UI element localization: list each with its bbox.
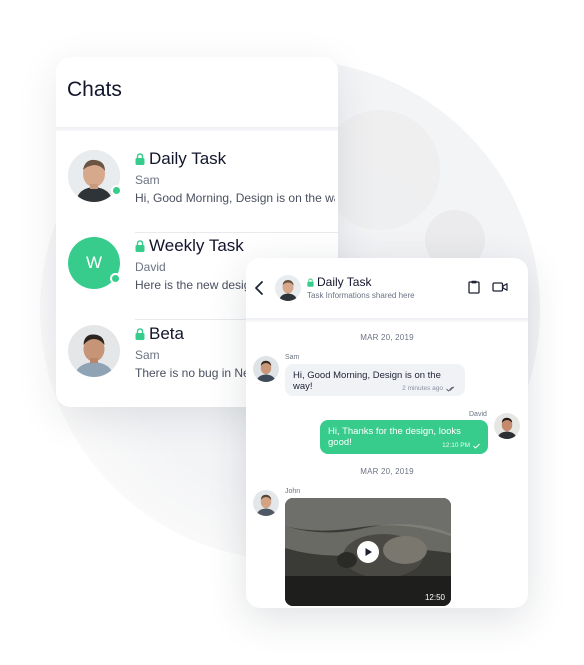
conversation-title: Daily Task [307, 275, 371, 289]
avatar [275, 275, 301, 301]
chat-sender: Sam [135, 173, 160, 187]
message-time: 12:10 PM [442, 442, 470, 449]
lock-icon [135, 328, 145, 340]
online-status-dot [111, 185, 122, 196]
play-button[interactable] [357, 541, 379, 563]
chat-name: Beta [135, 324, 184, 344]
video-camera-icon[interactable] [492, 281, 508, 293]
background-circle [320, 110, 440, 230]
video-message[interactable]: 12:50 [285, 498, 451, 606]
message-meta: 12:10 PM [442, 442, 480, 449]
chat-sender: Sam [135, 348, 160, 362]
chats-divider [56, 127, 338, 131]
header-divider [246, 318, 528, 322]
chevron-left-icon[interactable] [252, 280, 266, 296]
avatar: W [68, 237, 121, 289]
lock-icon [307, 278, 314, 287]
message-sender: John [285, 488, 301, 495]
play-icon [365, 548, 372, 556]
message-time: 2 minutes ago [402, 385, 443, 392]
avatar [253, 490, 279, 516]
avatar [494, 413, 520, 439]
date-separator: MAR 20, 2019 [360, 333, 414, 342]
conversation-panel: Daily Task Task Informations shared here… [246, 258, 528, 608]
date-separator: MAR 20, 2019 [360, 467, 414, 476]
lock-icon [135, 240, 145, 252]
conversation-header: Daily Task Task Informations shared here [246, 258, 528, 320]
avatar [253, 356, 279, 382]
message-sender: Sam [285, 354, 300, 361]
lock-icon [135, 153, 145, 165]
chat-preview: Hi, Good Morning, Design is on the way! [135, 191, 335, 205]
clipboard-icon[interactable] [468, 280, 480, 294]
message-bubble-incoming: Hi, Good Morning, Design is on the way! … [285, 364, 465, 396]
chat-item-daily-task[interactable]: Daily Task Sam Hi, Good Morning, Design … [56, 145, 338, 233]
check-icon [473, 443, 480, 449]
video-duration: 12:50 [424, 593, 445, 602]
conversation-subtitle: Task Informations shared here [307, 291, 415, 300]
chat-name: Daily Task [135, 149, 226, 169]
message-meta: 2 minutes ago [402, 385, 455, 392]
chat-sender: David [135, 260, 166, 274]
message-sender: David [469, 411, 487, 418]
avatar-photo [68, 325, 120, 377]
chats-title: Chats [67, 78, 122, 101]
avatar [68, 325, 120, 377]
avatar [68, 150, 122, 202]
check-icon [446, 385, 455, 392]
chat-name: Weekly Task [135, 236, 244, 256]
online-status-dot [110, 273, 121, 284]
message-bubble-outgoing: Hi, Thanks for the design, looks good! 1… [320, 420, 488, 454]
